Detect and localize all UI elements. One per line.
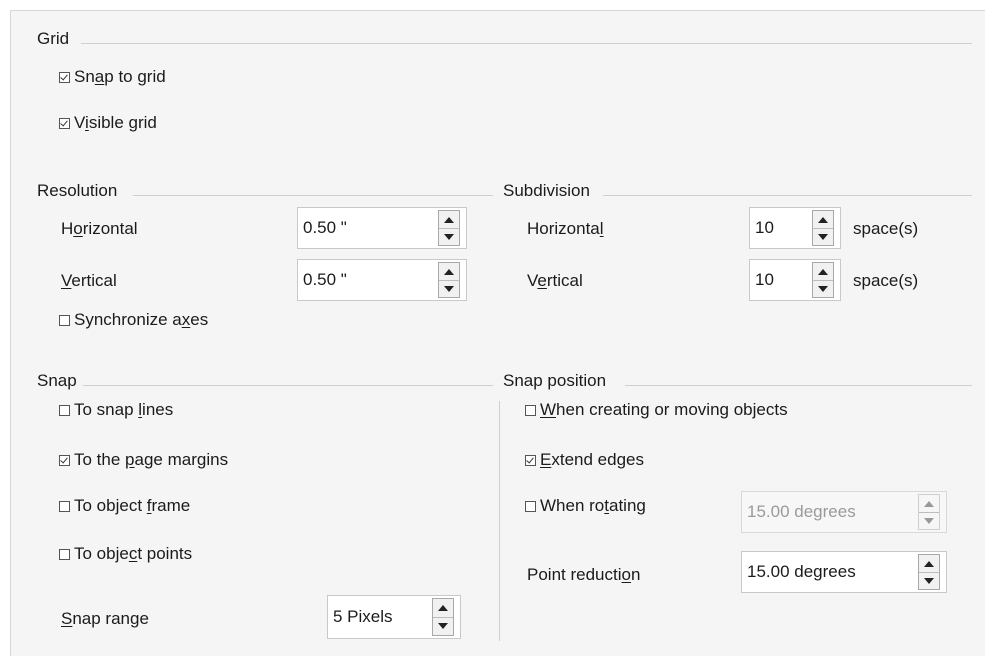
spin-up-icon [919, 495, 939, 513]
to-object-frame-checkbox[interactable]: To object frame [59, 496, 190, 516]
spin-up-icon[interactable] [919, 555, 939, 573]
visible-grid-label: Visible grid [74, 113, 157, 132]
resolution-vertical-spinbox[interactable]: 0.50 " [297, 259, 467, 301]
resolution-vertical-label: Vertical [61, 271, 117, 290]
spin-up-icon[interactable] [439, 211, 459, 229]
snap-position-vertical-divider [499, 401, 500, 641]
snap-to-grid-label: Snap to grid [74, 67, 166, 86]
to-object-frame-box-icon [59, 500, 70, 512]
visible-grid-checkmark-icon [59, 117, 70, 129]
subdivision-horizontal-label: Horizontal [527, 219, 604, 238]
synchronize-axes-box-icon [59, 314, 70, 326]
to-page-margins-label: To the page margins [74, 450, 229, 469]
snap-section-divider [83, 385, 493, 386]
to-page-margins-checkbox[interactable]: To the page margins [59, 450, 228, 470]
spin-down-icon[interactable] [433, 617, 453, 635]
snap-section-title: Snap [37, 371, 77, 390]
spin-down-icon[interactable] [919, 572, 939, 589]
when-rotating-spin-buttons [918, 494, 940, 530]
subdivision-vertical-spin-buttons[interactable] [812, 262, 834, 298]
extend-edges-label: Extend edges [540, 450, 644, 469]
spin-up-icon[interactable] [813, 211, 833, 229]
snap-position-section-divider [625, 385, 972, 386]
resolution-horizontal-spinbox[interactable]: 0.50 " [297, 207, 467, 249]
spin-down-icon[interactable] [439, 228, 459, 245]
to-object-frame-label: To object frame [74, 496, 191, 515]
spin-down-icon[interactable] [813, 228, 833, 245]
to-object-points-box-icon [59, 548, 70, 560]
when-rotating-label: When rotating [540, 496, 646, 515]
resolution-section-title: Resolution [37, 181, 118, 200]
spin-up-icon[interactable] [813, 263, 833, 281]
to-object-points-label: To object points [74, 544, 193, 563]
snap-position-section-title: Snap position [503, 371, 607, 390]
to-snap-lines-label: To snap lines [74, 400, 174, 419]
resolution-section-divider [133, 195, 493, 196]
point-reduction-spin-buttons[interactable] [918, 554, 940, 590]
snap-range-spinbox[interactable]: 5 Pixels [327, 595, 461, 639]
resolution-horizontal-spin-buttons[interactable] [438, 210, 460, 246]
grid-section-divider [81, 43, 972, 44]
subdivision-section-title: Subdivision [503, 181, 590, 200]
synchronize-axes-label: Synchronize axes [74, 310, 209, 329]
to-object-points-checkbox[interactable]: To object points [59, 544, 192, 564]
resolution-vertical-spin-buttons[interactable] [438, 262, 460, 298]
spin-down-icon[interactable] [439, 280, 459, 297]
spin-down-icon[interactable] [813, 280, 833, 297]
visible-grid-checkbox[interactable]: Visible grid [59, 113, 157, 133]
subdivision-section-divider [603, 195, 972, 196]
subdivision-horizontal-spin-buttons[interactable] [812, 210, 834, 246]
subdivision-horizontal-unit: space(s) [853, 219, 919, 238]
when-rotating-spinbox: 15.00 degrees [741, 491, 947, 533]
point-reduction-spinbox[interactable]: 15.00 degrees [741, 551, 947, 593]
when-creating-or-moving-label: When creating or moving objects [540, 400, 788, 419]
resolution-horizontal-label: Horizontal [61, 219, 138, 238]
snap-range-spin-buttons[interactable] [432, 598, 454, 636]
when-creating-or-moving-box-icon [525, 404, 536, 416]
grid-section-title: Grid [37, 29, 70, 48]
when-rotating-box-icon [525, 500, 536, 512]
spin-down-icon [919, 512, 939, 529]
snap-to-grid-checkmark-icon [59, 71, 70, 83]
snap-range-label: Snap range [61, 609, 149, 628]
subdivision-horizontal-spinbox[interactable]: 10 [749, 207, 841, 249]
subdivision-vertical-label: Vertical [527, 271, 583, 290]
extend-edges-checkmark-icon [525, 454, 536, 466]
snap-to-grid-checkbox[interactable]: Snap to grid [59, 67, 166, 87]
grid-options-panel: Grid Snap to grid Visible grid Resolutio… [10, 10, 985, 656]
spin-up-icon[interactable] [439, 263, 459, 281]
point-reduction-label: Point reduction [527, 565, 641, 584]
subdivision-vertical-unit: space(s) [853, 271, 919, 290]
to-page-margins-checkmark-icon [59, 454, 70, 466]
subdivision-vertical-spinbox[interactable]: 10 [749, 259, 841, 301]
spin-up-icon[interactable] [433, 599, 453, 618]
to-snap-lines-box-icon [59, 404, 70, 416]
to-snap-lines-checkbox[interactable]: To snap lines [59, 400, 173, 420]
synchronize-axes-checkbox[interactable]: Synchronize axes [59, 310, 208, 330]
when-creating-or-moving-checkbox[interactable]: When creating or moving objects [525, 400, 788, 420]
when-rotating-checkbox[interactable]: When rotating [525, 496, 646, 516]
extend-edges-checkbox[interactable]: Extend edges [525, 450, 644, 470]
